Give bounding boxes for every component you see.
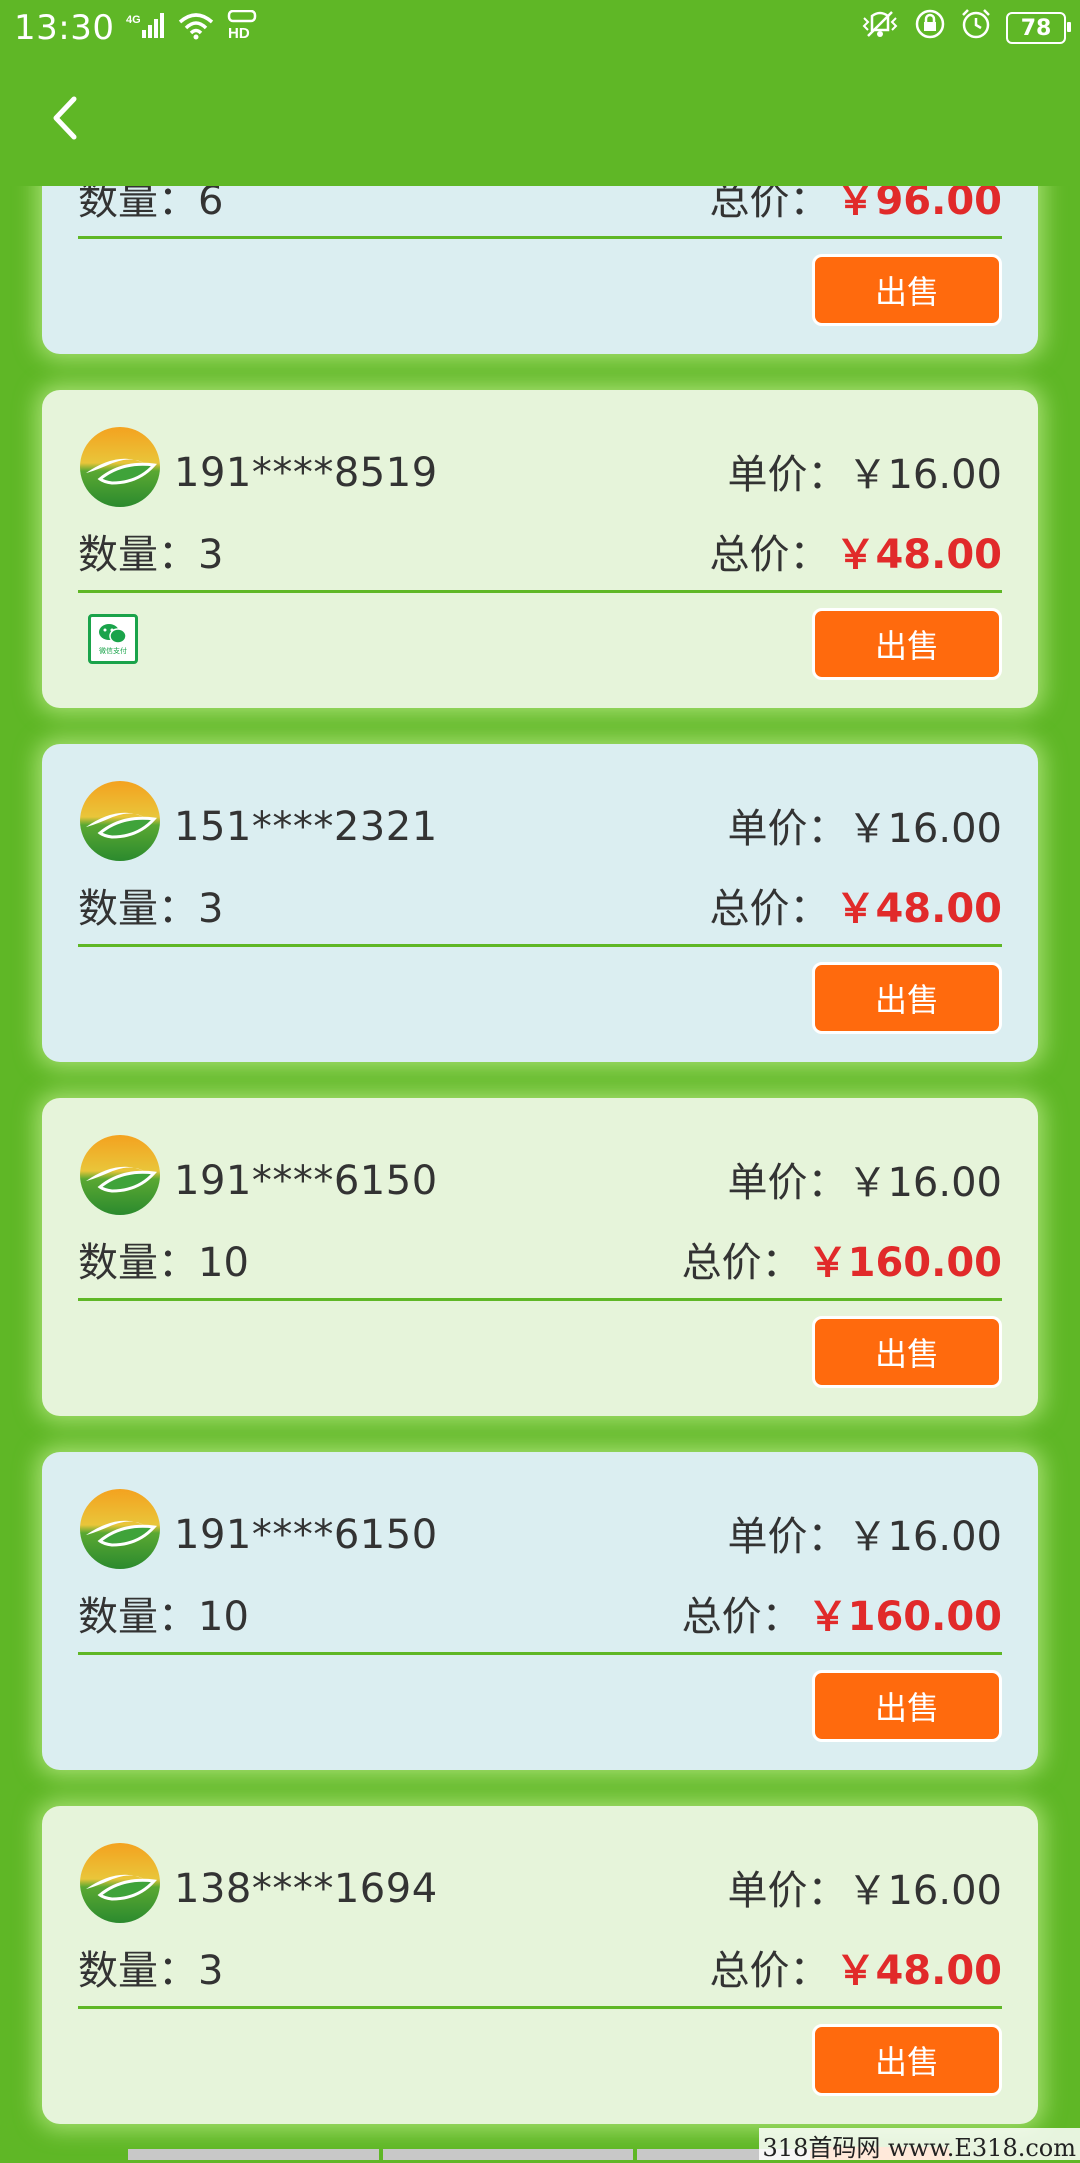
unit-price-label: 单价： [727, 806, 848, 852]
quantity-label: 数量： [78, 1240, 198, 1286]
wechat-pay-label: 微信支付 [99, 646, 127, 655]
unit-price-label: 单价： [727, 1514, 848, 1560]
unit-price-value: ￥16.00 [847, 1868, 1002, 1914]
watermark: 318首码网 www.E318.com [758, 2128, 1080, 2162]
total-price-value: ￥160.00 [807, 1594, 1002, 1640]
order-list[interactable]: 135****9484单价：￥16.00数量：6总价：￥96.00出售191**… [0, 186, 1080, 2160]
divider [78, 944, 1002, 947]
signal-icon: 4G [126, 9, 166, 48]
order-card: 138****1694 单价：￥16.00 数量：3 总价： ￥48.00 出售 [42, 1806, 1038, 2124]
divider [78, 1652, 1002, 1655]
chevron-left-icon [53, 96, 77, 140]
unit-price-value: ￥16.00 [847, 806, 1002, 852]
battery-icon: 78 [1006, 12, 1071, 44]
alarm-icon [960, 8, 992, 48]
seller-phone: 191****8519 [174, 450, 438, 496]
unit-price-value: ￥16.00 [847, 1160, 1002, 1206]
seller-phone: 138****1694 [174, 1866, 438, 1912]
unit-price: 单价：￥16.00 [727, 442, 1002, 500]
unit-price: 单价：￥16.00 [727, 1504, 1002, 1562]
divider [78, 590, 1002, 593]
total-price: 总价： ￥96.00 [709, 186, 1002, 226]
svg-text:4G: 4G [126, 14, 141, 26]
total-price-label: 总价： [709, 1948, 830, 1994]
order-card: 191****8519 单价：￥16.00 数量：3 总价： ￥48.00 出售微信支付 [42, 390, 1038, 708]
quantity-value: 10 [198, 1594, 249, 1640]
avatar-logo-icon [78, 1487, 162, 1571]
wifi-icon [178, 9, 214, 48]
total-price-label: 总价： [709, 532, 830, 578]
quantity-label: 数量： [78, 532, 198, 578]
quantity: 数量：3 [78, 1938, 223, 1996]
seller-phone: 191****6150 [174, 1512, 438, 1558]
sell-button[interactable]: 出售 [812, 2024, 1002, 2096]
total-price-label: 总价： [681, 1240, 802, 1286]
seller-phone: 191****6150 [174, 1158, 438, 1204]
total-price-value: ￥48.00 [835, 886, 1002, 932]
quantity: 数量：3 [78, 522, 223, 580]
quantity-value: 6 [198, 186, 224, 224]
status-time: 13:30 [14, 8, 115, 48]
unit-price: 单价：￥16.00 [727, 1858, 1002, 1916]
sell-button[interactable]: 出售 [812, 608, 1002, 680]
unit-price: 单价：￥16.00 [727, 796, 1002, 854]
quantity-label: 数量： [78, 1594, 198, 1640]
total-price: 总价： ￥160.00 [682, 1230, 1002, 1288]
order-card: 191****6150 单价：￥16.00 数量：10 总价： ￥160.00 出售 [42, 1452, 1038, 1770]
unit-price: 单价：￥16.00 [727, 1150, 1002, 1208]
total-price-label: 总价： [709, 186, 830, 224]
divider [78, 2006, 1002, 2009]
vibrate-icon [860, 9, 900, 48]
total-price: 总价： ￥48.00 [709, 522, 1002, 580]
quantity-label: 数量： [78, 186, 198, 224]
unit-price-label: 单价： [727, 1868, 848, 1914]
lock-rotation-icon [914, 8, 946, 48]
total-price-value: ￥48.00 [835, 1948, 1002, 1994]
wechat-pay-icon: 微信支付 [88, 614, 138, 664]
sell-button[interactable]: 出售 [812, 1316, 1002, 1388]
quantity-label: 数量： [78, 886, 198, 932]
hd-icon: HD [226, 9, 258, 48]
sell-button[interactable]: 出售 [812, 1670, 1002, 1742]
quantity-label: 数量： [78, 1948, 198, 1994]
quantity: 数量：10 [78, 1230, 249, 1288]
order-card: 191****6150 单价：￥16.00 数量：10 总价： ￥160.00 出售 [42, 1098, 1038, 1416]
unit-price-value: ￥16.00 [847, 1514, 1002, 1560]
sell-button[interactable]: 出售 [812, 254, 1002, 326]
order-card: 151****2321 单价：￥16.00 数量：3 总价： ￥48.00 出售 [42, 744, 1038, 1062]
avatar-logo-icon [78, 425, 162, 509]
quantity-value: 3 [198, 532, 224, 578]
total-price-value: ￥160.00 [807, 1240, 1002, 1286]
total-price-label: 总价： [709, 886, 830, 932]
divider [78, 236, 1002, 239]
avatar-logo-icon [78, 1841, 162, 1925]
svg-text:HD: HD [228, 25, 250, 40]
total-price: 总价： ￥48.00 [709, 1938, 1002, 1996]
total-price: 总价： ￥160.00 [682, 1584, 1002, 1642]
sell-button[interactable]: 出售 [812, 962, 1002, 1034]
total-price-value: ￥48.00 [835, 532, 1002, 578]
quantity: 数量：10 [78, 1584, 249, 1642]
back-button[interactable] [40, 88, 90, 148]
seller-phone: 151****2321 [174, 804, 438, 850]
quantity-value: 3 [198, 1948, 224, 1994]
unit-price-value: ￥16.00 [847, 452, 1002, 498]
total-price-value: ￥96.00 [835, 186, 1002, 224]
avatar-logo-icon [78, 779, 162, 863]
quantity-value: 10 [198, 1240, 249, 1286]
quantity: 数量：3 [78, 876, 223, 934]
unit-price-label: 单价： [727, 1160, 848, 1206]
quantity-value: 3 [198, 886, 224, 932]
divider [78, 1298, 1002, 1301]
order-card: 135****9484单价：￥16.00数量：6总价：￥96.00出售 [42, 186, 1038, 354]
avatar-logo-icon [78, 1133, 162, 1217]
status-bar: 13:30 4G HD 78 [0, 0, 1080, 56]
unit-price-label: 单价： [727, 452, 848, 498]
quantity: 数量：6 [78, 186, 223, 226]
total-price: 总价： ￥48.00 [709, 876, 1002, 934]
total-price-label: 总价： [681, 1594, 802, 1640]
